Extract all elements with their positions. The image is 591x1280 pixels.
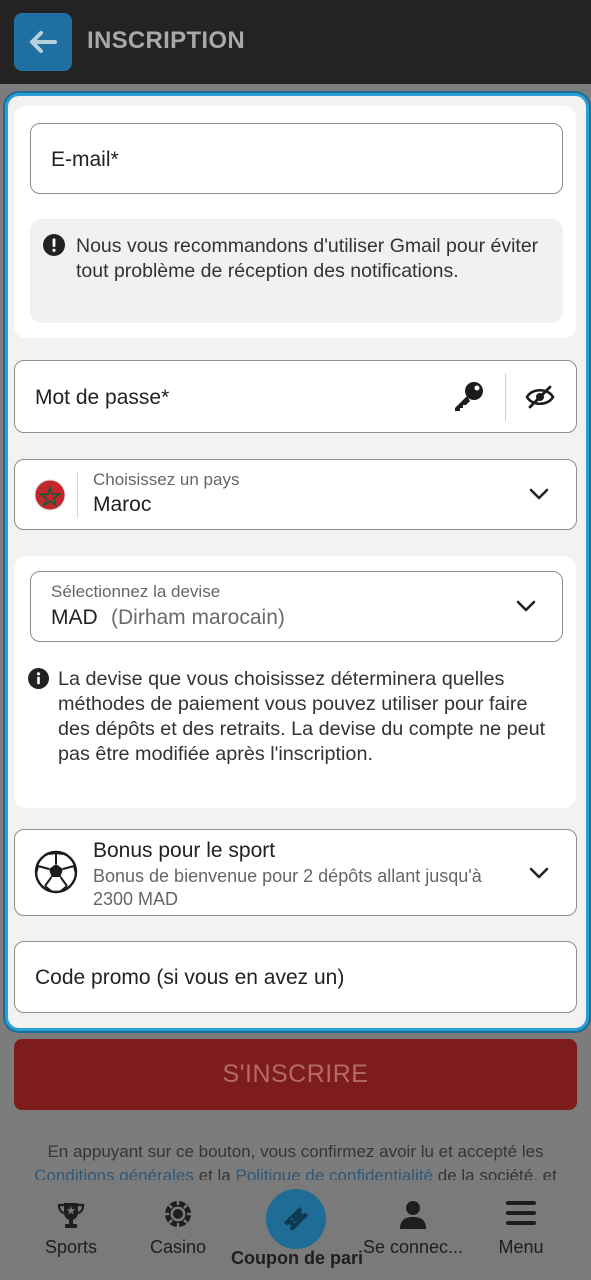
nav-casino[interactable]: Casino	[133, 1180, 223, 1280]
eye-slash-icon[interactable]	[525, 383, 555, 411]
top-bar: INSCRIPTION	[0, 0, 591, 84]
bonus-subtitle: Bonus de bienvenue pour 2 dépôts allant …	[93, 866, 482, 909]
currency-label: Sélectionnez la devise	[51, 582, 221, 601]
page-title: INSCRIPTION	[87, 27, 245, 54]
nav-sports[interactable]: Sports	[26, 1180, 116, 1280]
morocco-flag-icon	[34, 479, 66, 511]
nav-login[interactable]: Se connec...	[360, 1180, 466, 1280]
gmail-notice: Nous vous recommandons d'utiliser Gmail …	[30, 219, 563, 323]
info-icon	[28, 668, 49, 689]
email-field-label: E-mail*	[51, 148, 119, 171]
nav-sports-label: Sports	[44, 1237, 98, 1257]
chevron-down-icon	[529, 867, 549, 879]
bonus-title: Bonus pour le sport	[93, 839, 276, 862]
currency-name: (Dirham marocain)	[111, 606, 285, 629]
coupon-button[interactable]	[266, 1189, 326, 1249]
promo-code-field[interactable]: Code promo (si vous en avez un)	[14, 941, 577, 1013]
currency-select[interactable]: Sélectionnez la devise MAD (Dirham maroc…	[30, 571, 563, 642]
chevron-down-icon	[516, 600, 536, 612]
key-icon[interactable]	[451, 380, 485, 412]
hamburger-menu-icon	[506, 1201, 536, 1225]
country-label: Choisissez un pays	[93, 470, 240, 489]
gmail-notice-text: Nous vous recommandons d'utiliser Gmail …	[76, 235, 539, 282]
bonus-select[interactable]: Bonus pour le sport Bonus de bienvenue p…	[14, 829, 577, 916]
trophy-icon	[57, 1203, 85, 1228]
email-card: E-mail* Nous vous recommandons d'utilise…	[14, 106, 576, 338]
nav-login-label: Se connec...	[362, 1237, 464, 1257]
chevron-down-icon	[529, 488, 549, 500]
country-value: Maroc	[93, 493, 152, 516]
nav-menu-label: Menu	[498, 1237, 544, 1257]
password-field-label: Mot de passe*	[35, 386, 170, 409]
field-divider	[505, 373, 506, 421]
currency-code: MAD	[51, 606, 98, 629]
arrow-left-icon	[30, 31, 57, 53]
nav-casino-label: Casino	[149, 1237, 207, 1257]
currency-card: Sélectionnez la devise MAD (Dirham maroc…	[14, 556, 576, 808]
ticket-icon	[283, 1206, 309, 1232]
currency-notice-text: La devise que vous choisissez déterminer…	[58, 668, 546, 765]
flag-divider	[77, 472, 78, 518]
casino-chip-icon	[165, 1201, 191, 1227]
email-field[interactable]: E-mail*	[30, 123, 563, 194]
user-icon	[400, 1201, 426, 1229]
register-button[interactable]: S'INSCRIRE	[14, 1039, 577, 1110]
country-select[interactable]: Choisissez un pays Maroc	[14, 459, 577, 530]
terms-line-1: En appuyant sur ce bouton, vous confirme…	[47, 1142, 544, 1161]
promo-code-placeholder: Code promo (si vous en avez un)	[35, 966, 345, 989]
nav-coupon-label: Coupon de pari	[231, 1248, 363, 1268]
nav-menu[interactable]: Menu	[476, 1180, 566, 1280]
password-field[interactable]: Mot de passe*	[14, 360, 577, 433]
registration-form: E-mail* Nous vous recommandons d'utilise…	[5, 93, 589, 1031]
exclamation-icon	[43, 234, 65, 256]
soccer-ball-icon	[34, 850, 78, 894]
back-button[interactable]	[14, 13, 72, 71]
